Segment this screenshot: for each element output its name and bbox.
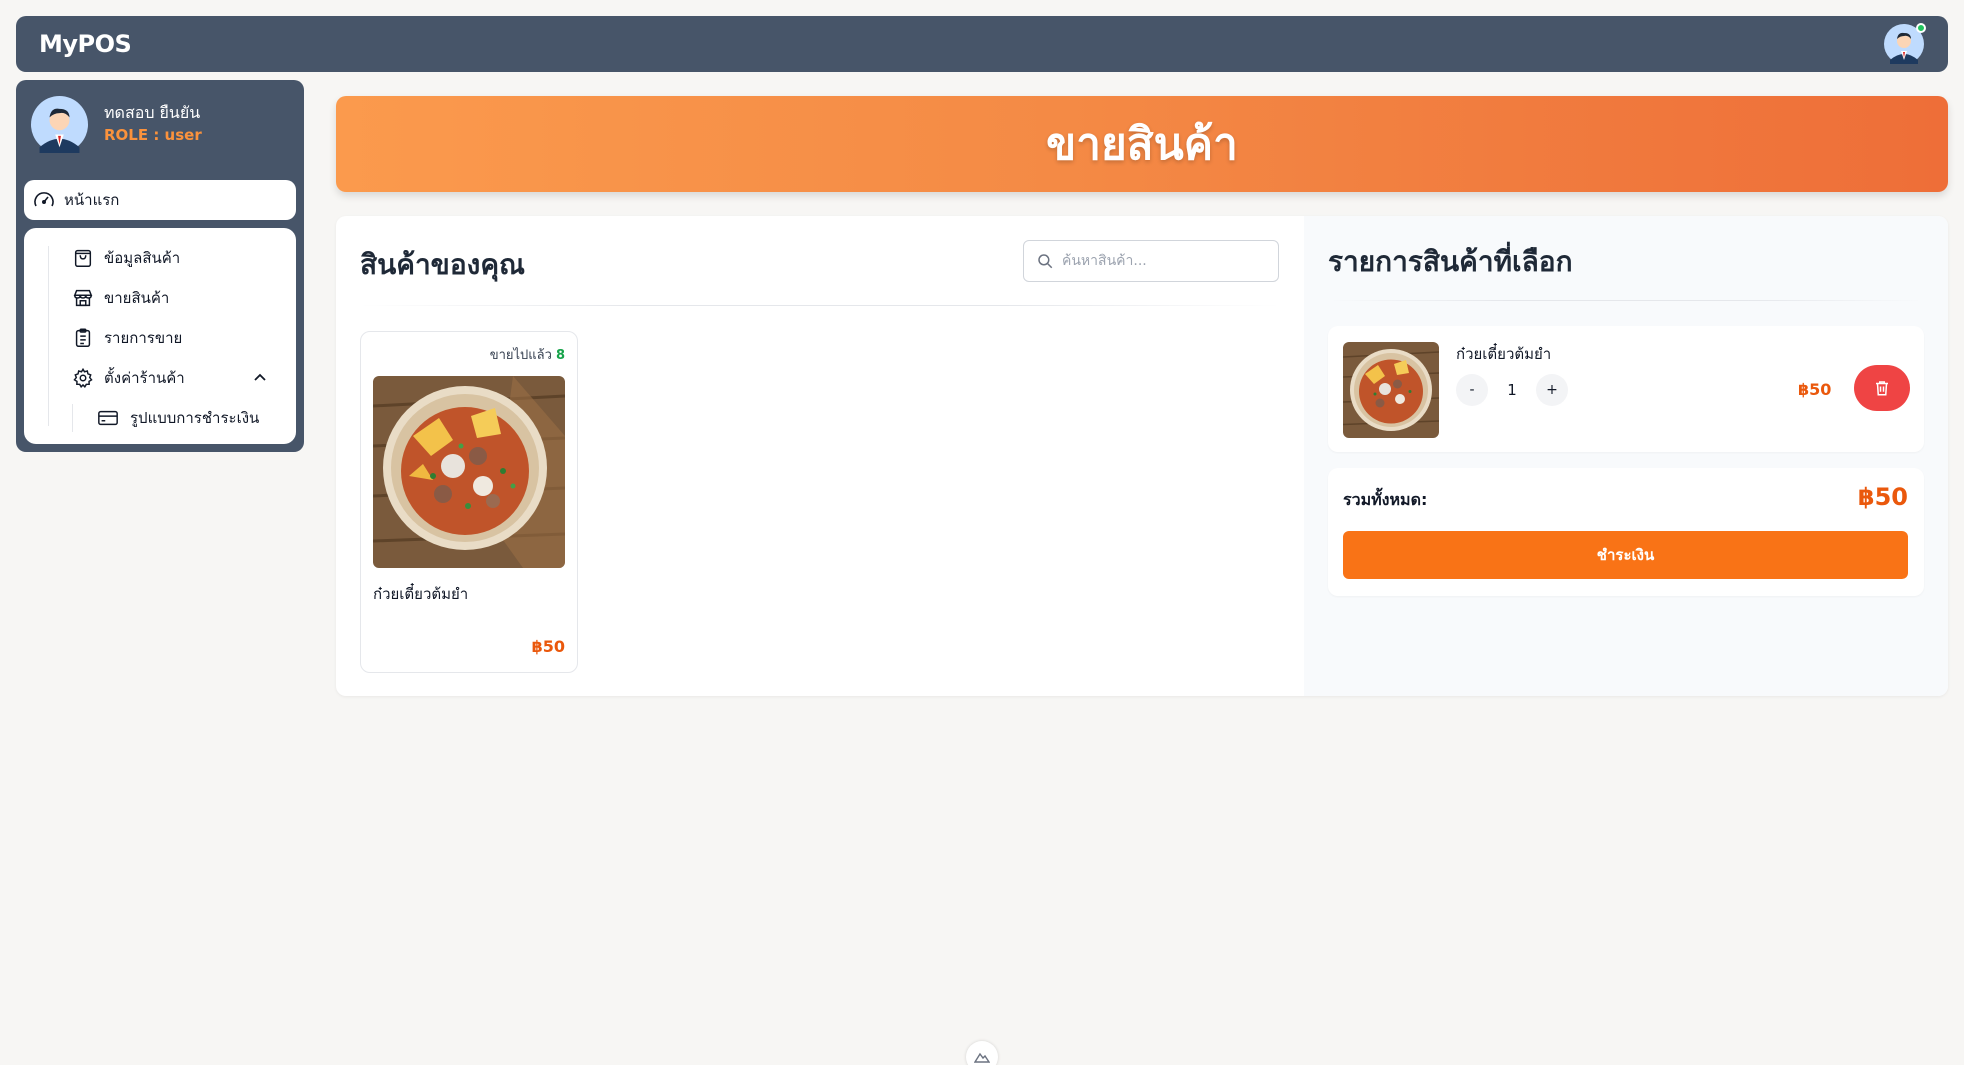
cart-item: ก๋วยเตี๋ยวต้มยำ - 1 + ฿50 — [1328, 326, 1924, 452]
scroll-top-icon[interactable] — [966, 1041, 998, 1065]
user-profile: ทดสอบ ยืนยัน ROLE : user — [24, 80, 296, 168]
user-role: ROLE : user — [104, 126, 202, 144]
sidebar-item-label: หน้าแรก — [64, 191, 120, 209]
quantity-value: 1 — [1507, 381, 1517, 399]
chevron-up-icon[interactable] — [252, 370, 268, 386]
store-icon — [73, 289, 93, 307]
page-banner: ขายสินค้า — [336, 96, 1948, 192]
divider — [1328, 300, 1924, 301]
sidebar-item-label: ตั้งค่าร้านค้า — [104, 369, 185, 387]
gear-icon — [73, 367, 93, 388]
cart-item-name: ก๋วยเตี๋ยวต้มยำ — [1456, 345, 1552, 363]
sidebar-item-label: รูปแบบการชำระเงิน — [130, 409, 260, 427]
total-value: ฿50 — [1857, 483, 1908, 511]
search-input[interactable] — [1062, 253, 1262, 269]
sidebar-item-home[interactable]: หน้าแรก — [24, 180, 296, 220]
sidebar-item-product-info[interactable]: ข้อมูลสินค้า — [24, 238, 296, 278]
products-heading: สินค้าของคุณ — [360, 248, 526, 281]
sidebar-submenu: ข้อมูลสินค้า ขายสินค้า รายการขาย ตั้งค่า… — [24, 228, 296, 444]
page-title: ขายสินค้า — [1046, 119, 1238, 170]
product-image — [373, 376, 565, 568]
cart-item-image — [1343, 342, 1439, 438]
gauge-icon — [34, 192, 54, 207]
sidebar-item-store-settings[interactable]: ตั้งค่าร้านค้า — [24, 358, 296, 398]
search-box[interactable] — [1023, 240, 1279, 282]
sidebar-item-label: ข้อมูลสินค้า — [104, 249, 181, 267]
sidebar-item-sales-list[interactable]: รายการขาย — [24, 318, 296, 358]
noodle-bowl-image — [373, 376, 565, 568]
cart-heading: รายการสินค้าที่เลือก — [1328, 245, 1573, 278]
brand-logo[interactable]: MyPOS — [39, 30, 132, 58]
clipboard-list-icon — [75, 328, 91, 347]
search-icon — [1038, 254, 1053, 269]
product-card[interactable]: ขายไปแล้ว 8 ก๋วยเตี๋ยวต้มยำ ฿50 — [360, 331, 578, 673]
credit-card-icon — [98, 410, 118, 426]
divider — [360, 305, 1280, 306]
sidebar-item-label: รายการขาย — [104, 329, 183, 347]
top-navbar: MyPOS — [16, 16, 1948, 72]
bag-icon — [74, 249, 92, 267]
sold-label: ขายไปแล้ว — [489, 348, 552, 363]
product-name: ก๋วยเตี๋ยวต้มยำ — [373, 585, 469, 603]
noodle-bowl-image — [1343, 342, 1439, 438]
sidebar-item-label: ขายสินค้า — [104, 289, 170, 307]
mountain-icon — [974, 1052, 990, 1063]
sidebar: ทดสอบ ยืนยัน ROLE : user หน้าแรก ข้อมูลส… — [16, 80, 304, 452]
increase-qty-button[interactable]: + — [1536, 374, 1568, 406]
quantity-stepper: - 1 + — [1456, 374, 1568, 406]
online-status-dot — [1916, 23, 1926, 33]
cart-item-price: ฿50 — [1798, 380, 1832, 399]
total-label: รวมทั้งหมด: — [1343, 490, 1428, 509]
delete-item-button[interactable] — [1854, 365, 1910, 411]
checkout-button[interactable]: ชำระเงิน — [1343, 531, 1908, 579]
trash-icon — [1876, 381, 1888, 396]
sold-count: ขายไปแล้ว 8 — [490, 344, 565, 365]
sold-count-value: 8 — [555, 348, 565, 363]
user-avatar-button[interactable] — [1884, 23, 1926, 64]
product-price: ฿50 — [531, 637, 565, 656]
avatar — [31, 95, 88, 153]
cart-section: รายการสินค้าที่เลือก ก๋วยเตี๋ยวต้มยำ - 1… — [1304, 216, 1948, 696]
cart-total: รวมทั้งหมด: ฿50 ชำระเงิน — [1328, 468, 1924, 596]
tree-line — [72, 404, 73, 432]
sidebar-item-sell[interactable]: ขายสินค้า — [24, 278, 296, 318]
products-section: สินค้าของคุณ ขายไปแล้ว8 — [336, 216, 1304, 696]
user-name: ทดสอบ ยืนยัน — [104, 103, 201, 122]
decrease-qty-button[interactable]: - — [1456, 374, 1488, 406]
main-panel: สินค้าของคุณ ขายไปแล้ว8 — [336, 216, 1948, 696]
sidebar-item-payment-methods[interactable]: รูปแบบการชำระเงิน — [24, 398, 296, 438]
